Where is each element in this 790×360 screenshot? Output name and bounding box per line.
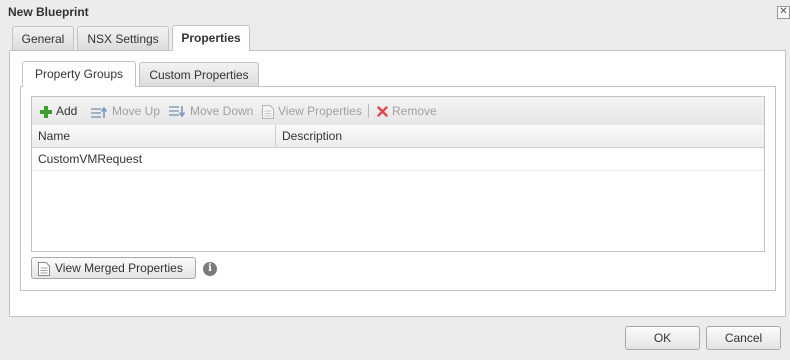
move-down-icon bbox=[169, 105, 186, 118]
column-header-name[interactable]: Name bbox=[32, 125, 276, 147]
move-up-label: Move Up bbox=[112, 104, 161, 118]
remove-icon bbox=[377, 106, 388, 118]
view-merged-properties-label: View Merged Properties bbox=[55, 261, 183, 275]
close-icon[interactable]: ✕ bbox=[777, 6, 790, 19]
document-icon bbox=[38, 261, 50, 276]
row-description-cell bbox=[276, 148, 770, 170]
tab-custom-properties[interactable]: Custom Properties bbox=[139, 62, 259, 86]
grid-column-header: Name Description bbox=[32, 125, 764, 148]
info-icon[interactable]: i bbox=[203, 262, 217, 276]
move-up-button[interactable]: Move Up bbox=[91, 97, 160, 125]
add-label: Add bbox=[56, 104, 78, 118]
toolbar-separator bbox=[368, 104, 369, 118]
move-down-label: Move Down bbox=[190, 104, 254, 118]
view-properties-button[interactable]: View Properties bbox=[262, 97, 362, 125]
tab-general[interactable]: General bbox=[12, 26, 74, 50]
property-groups-grid: Add Move Up Move Down View Properties Re… bbox=[31, 96, 765, 252]
view-merged-properties-button[interactable]: View Merged Properties bbox=[31, 257, 196, 279]
add-icon bbox=[40, 105, 52, 118]
move-up-icon bbox=[91, 106, 108, 118]
document-icon bbox=[262, 104, 274, 119]
grid-toolbar: Add Move Up Move Down View Properties Re… bbox=[32, 97, 764, 126]
tab-properties[interactable]: Properties bbox=[172, 25, 250, 51]
tab-nsx-settings[interactable]: NSX Settings bbox=[77, 26, 169, 50]
row-name-cell: CustomVMRequest bbox=[38, 152, 143, 166]
remove-label: Remove bbox=[392, 104, 437, 118]
dialog-titlebar: New Blueprint ✕ bbox=[0, 0, 790, 26]
add-button[interactable]: Add bbox=[40, 97, 77, 125]
column-header-description[interactable]: Description bbox=[276, 125, 764, 147]
tab-property-groups[interactable]: Property Groups bbox=[22, 61, 136, 87]
ok-button[interactable]: OK bbox=[625, 326, 700, 350]
table-row[interactable]: CustomVMRequest bbox=[32, 148, 764, 171]
dialog-title: New Blueprint bbox=[8, 5, 89, 19]
remove-button[interactable]: Remove bbox=[377, 97, 437, 125]
cancel-button[interactable]: Cancel bbox=[706, 326, 781, 350]
move-down-button[interactable]: Move Down bbox=[169, 97, 253, 125]
view-properties-label: View Properties bbox=[278, 104, 362, 118]
